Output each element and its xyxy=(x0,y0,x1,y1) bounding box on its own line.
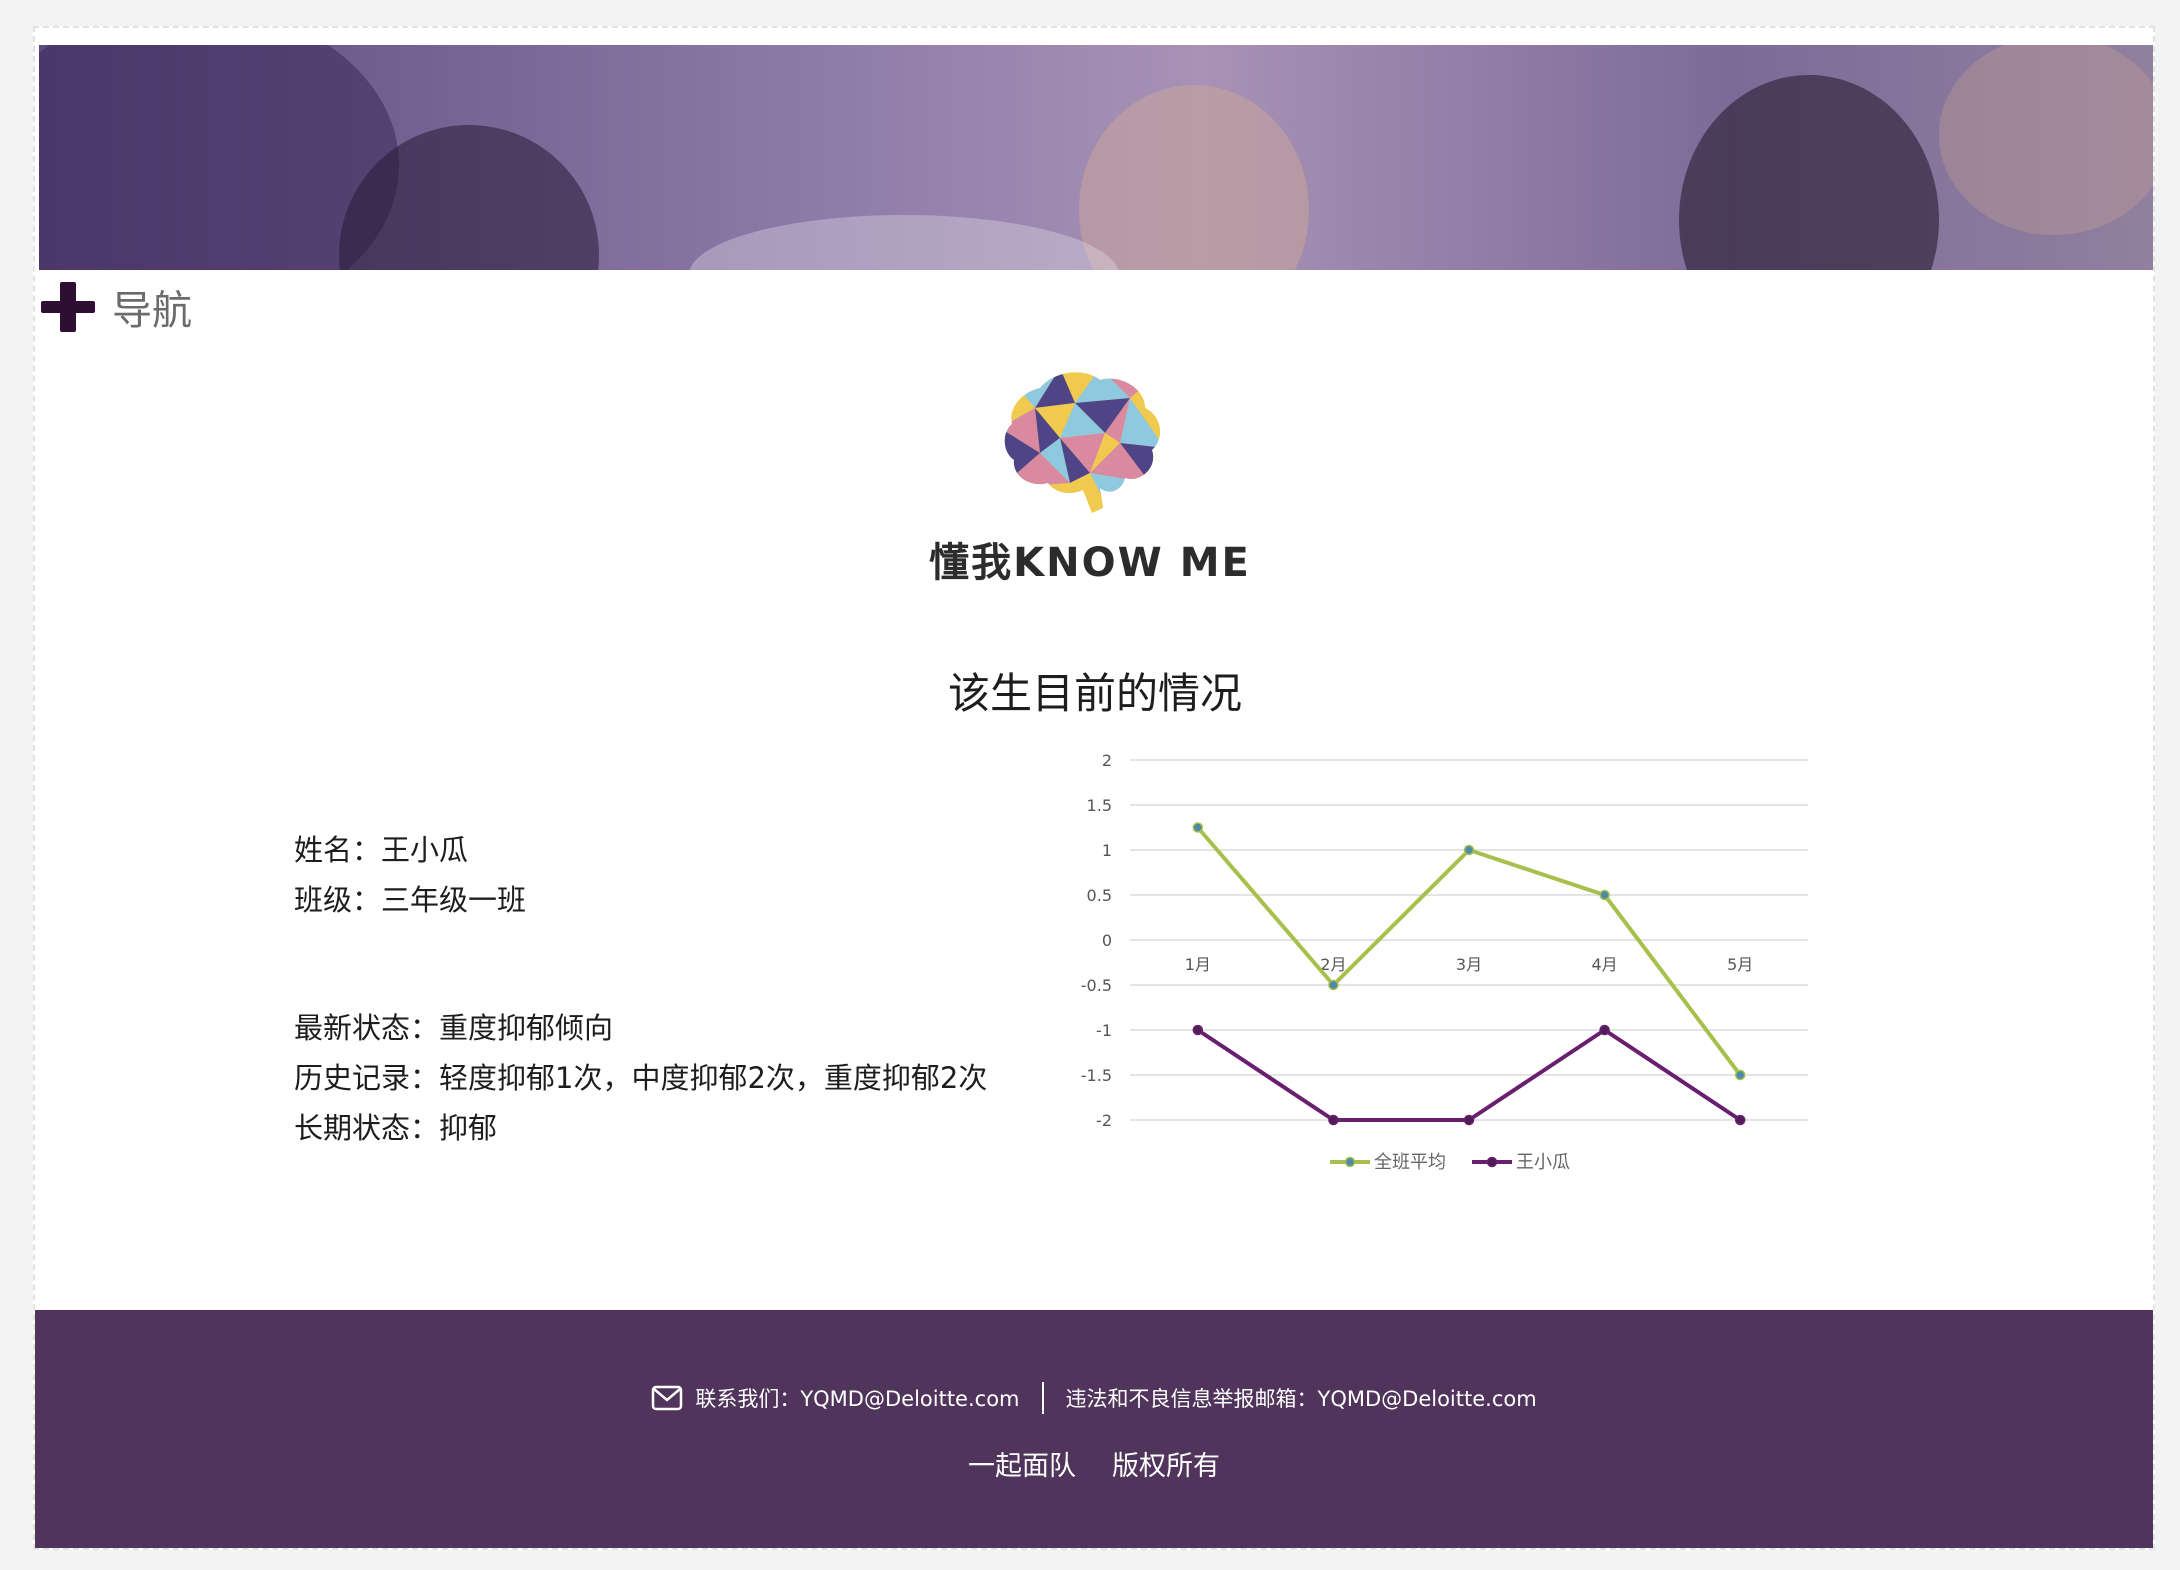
x-tick-label: 3月 xyxy=(1456,955,1482,974)
data-point xyxy=(1192,1024,1204,1036)
y-tick-label: 0 xyxy=(1102,931,1112,950)
data-point xyxy=(1463,844,1475,856)
x-tick-label: 2月 xyxy=(1320,955,1346,974)
longterm-status-row: 长期状态： 抑郁 xyxy=(294,1103,987,1153)
data-point xyxy=(1192,822,1204,833)
report-email-link[interactable]: 违法和不良信息举报邮箱：YQMD@Deloitte.com xyxy=(1066,1383,1537,1413)
name-value: 王小瓜 xyxy=(381,833,469,867)
history-row: 历史记录： 轻度抑郁1次，中度抑郁2次，重度抑郁2次 xyxy=(294,1053,987,1103)
data-point xyxy=(1599,1024,1610,1036)
student-info: 姓名： 王小瓜 班级： 三年级一班 最新状态： 重度抑郁倾向 历史记录： 轻度抑… xyxy=(294,825,987,1153)
nav-label: 导航 xyxy=(112,288,192,334)
plus-icon xyxy=(41,282,95,332)
longterm-status-label: 长期状态： xyxy=(294,1111,440,1145)
x-tick-label: 1月 xyxy=(1185,955,1211,974)
footer-bottom-row: 一起面队 版权所有 xyxy=(35,1444,2153,1483)
x-tick-label: 5月 xyxy=(1727,955,1753,974)
latest-status-row: 最新状态： 重度抑郁倾向 xyxy=(294,1003,987,1053)
class-value: 三年级一班 xyxy=(381,883,527,917)
student-class-row: 班级： 三年级一班 xyxy=(294,875,987,925)
longterm-status-value: 抑郁 xyxy=(439,1111,498,1145)
y-tick-label: 1.5 xyxy=(1087,796,1112,815)
data-point xyxy=(1734,1114,1746,1126)
data-point xyxy=(1328,1114,1339,1126)
student-name-row: 姓名： 王小瓜 xyxy=(294,825,987,875)
mail-icon xyxy=(652,1385,683,1411)
brain-logo-icon xyxy=(1004,372,1161,513)
y-tick-label: -0.5 xyxy=(1081,976,1112,995)
series-line-1 xyxy=(1196,826,1742,1077)
hero-banner-image xyxy=(39,45,2153,270)
nav-toggle[interactable]: 导航 xyxy=(40,278,192,336)
name-label: 姓名： xyxy=(294,833,382,867)
footer-divider xyxy=(1041,1382,1044,1414)
y-tick-label: -1.5 xyxy=(1081,1066,1112,1085)
y-tick-label: 2 xyxy=(1102,751,1112,770)
data-point xyxy=(1328,979,1339,991)
latest-status-value: 重度抑郁倾向 xyxy=(439,1011,614,1045)
history-value: 轻度抑郁1次，中度抑郁2次，重度抑郁2次 xyxy=(439,1061,988,1095)
footer: 联系我们：YQMD@Deloitte.com 违法和不良信息举报邮箱：YQMD@… xyxy=(35,1310,2153,1548)
brand-name: 懂我KNOW ME xyxy=(929,540,1251,586)
history-label: 历史记录： xyxy=(294,1061,440,1095)
data-point xyxy=(1599,889,1610,901)
section-title: 该生目前的情况 xyxy=(947,669,1242,718)
y-tick-label: -1 xyxy=(1096,1021,1112,1040)
y-tick-label: -2 xyxy=(1096,1111,1112,1130)
trend-chart: 2 1.5 1 0.5 0 -0.5 -1 -1.5 -2 1月 2月 3月 4月 5月全班平均 王小瓜 xyxy=(1070,740,1830,1180)
trend-chart-svg: 2 1.5 1 0.5 0 -0.5 -1 -1.5 -2 1月 2月 3月 4月 5月全班平均 王小瓜 xyxy=(1081,751,1808,1173)
footer-contact-row: 联系我们：YQMD@Deloitte.com 违法和不良信息举报邮箱：YQMD@… xyxy=(35,1382,2153,1414)
contact-email-link[interactable]: 联系我们：YQMD@Deloitte.com xyxy=(695,1383,1019,1413)
x-tick-label: 4月 xyxy=(1592,955,1618,974)
data-point xyxy=(1734,1069,1746,1081)
data-point xyxy=(1463,1114,1475,1126)
y-tick-label: 0.5 xyxy=(1087,886,1112,905)
legend-swatch-marker xyxy=(1344,1156,1356,1168)
team-name: 一起面队 xyxy=(968,1451,1076,1482)
latest-status-label: 最新状态： xyxy=(294,1011,440,1045)
legend-label: 王小瓜 xyxy=(1516,1152,1570,1173)
legend-swatch-marker xyxy=(1486,1156,1498,1168)
y-tick-label: 1 xyxy=(1102,841,1112,860)
copyright-text: 版权所有 xyxy=(1112,1451,1220,1482)
legend-label: 全班平均 xyxy=(1374,1152,1446,1173)
class-label: 班级： xyxy=(294,883,382,917)
